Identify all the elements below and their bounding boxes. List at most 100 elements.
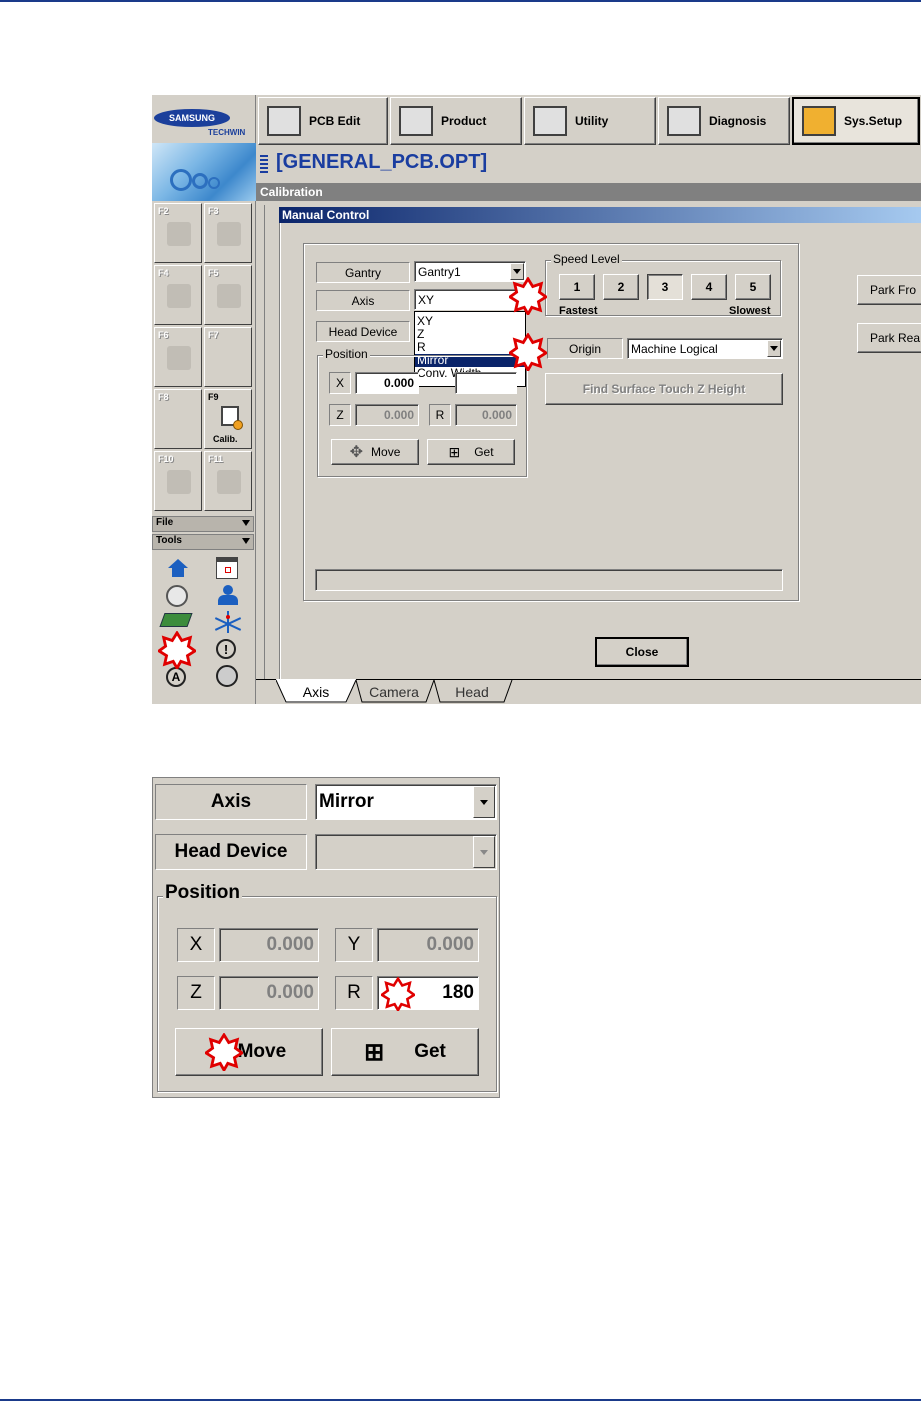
left-panel: SAMSUNG TECHWIN F2 F3 F4 F5 F6 F7 F8 F9 … — [152, 95, 256, 704]
nozzle-icon[interactable] — [166, 585, 188, 607]
get-axis-icon: ⊞ — [448, 443, 461, 460]
f9-calib-key[interactable]: F9 Calib. — [204, 389, 252, 449]
f4-key[interactable]: F4 — [154, 265, 202, 325]
calibration-icon — [221, 406, 243, 430]
zoom-axis-dropdown-arrow-icon[interactable] — [473, 786, 495, 818]
tools-menu-header[interactable]: Tools — [152, 534, 254, 550]
diagnosis-icon — [667, 106, 701, 136]
highlight-marker-icon — [156, 630, 198, 671]
close-button[interactable]: Close — [595, 637, 689, 667]
f5-key[interactable]: F5 — [204, 265, 252, 325]
zoom-y-field: 0.000 — [377, 928, 479, 962]
zoom-y-label: Y — [335, 928, 373, 962]
pcb-edit-button[interactable]: PCB Edit — [258, 97, 388, 145]
axis-option[interactable]: XY — [415, 315, 525, 328]
zoomed-detail-panel: Axis Mirror Head Device Position X 0.000… — [152, 777, 500, 1098]
calib-caption: Calib. — [213, 434, 238, 444]
samsung-logo: SAMSUNG — [154, 109, 230, 127]
gantry-value: Gantry1 — [418, 264, 461, 279]
zoom-head-device-select — [315, 834, 497, 870]
slowest-label: Slowest — [729, 305, 771, 317]
origin-select[interactable]: Machine Logical — [627, 338, 783, 359]
axis-value: XY — [418, 292, 435, 307]
find-surface-touch-z-button: Find Surface Touch Z Height — [545, 373, 783, 405]
zoom-axis-value: Mirror — [319, 791, 374, 812]
tab-outline — [276, 680, 513, 703]
utility-button[interactable]: Utility — [524, 97, 656, 145]
calibration-bar: Calibration — [256, 183, 921, 201]
park-rear-button[interactable]: Park Rea — [857, 323, 921, 353]
move-arrows-icon: ✥ — [349, 444, 364, 461]
product-gear-icon — [399, 106, 433, 136]
speed-level-4-button[interactable]: 4 — [691, 274, 727, 300]
operator-icon[interactable] — [218, 585, 238, 607]
auto-icon[interactable]: A — [166, 667, 186, 687]
zoom-get-button[interactable]: ⊞ Get — [331, 1028, 479, 1076]
y-position-field[interactable] — [455, 372, 517, 394]
warning-icon[interactable]: ! — [216, 639, 236, 659]
file-title-bar: [GENERAL_PCB.OPT] — [256, 147, 921, 183]
zoom-axis-label: Axis — [155, 784, 307, 820]
zoom-z-field: 0.000 — [219, 976, 319, 1010]
move-button[interactable]: ✥ Move — [331, 439, 419, 465]
zoom-x-field: 0.000 — [219, 928, 319, 962]
brand-graphic — [152, 143, 256, 201]
f2-key[interactable]: F2 — [154, 203, 202, 263]
zoom-r-label: R — [335, 976, 373, 1010]
f11-key[interactable]: F11 — [204, 451, 252, 511]
sys-setup-icon — [802, 106, 836, 136]
r-position-field: 0.000 — [455, 404, 517, 426]
f8-key[interactable]: F8 — [154, 389, 202, 449]
manual-control-window: Manual Control Gantry Gantry1 Axis XY XY… — [264, 205, 921, 679]
tab-strip: Axis Camera Head — [256, 679, 921, 704]
speed-level-3-button[interactable]: 3 — [647, 274, 683, 300]
pcb-board-icon[interactable] — [159, 613, 193, 627]
file-title: [GENERAL_PCB.OPT] — [276, 151, 488, 173]
highlight-marker-icon — [507, 276, 549, 317]
bottom-rule — [0, 1399, 921, 1401]
speed-level-5-button[interactable]: 5 — [735, 274, 771, 300]
r-label: R — [429, 404, 451, 426]
zoom-z-label: Z — [177, 976, 215, 1010]
origin-label: Origin — [547, 338, 623, 359]
speed-level-2-button[interactable]: 2 — [603, 274, 639, 300]
axis-label: Axis — [316, 290, 410, 311]
tools-collapse-icon — [242, 538, 250, 544]
f6-key[interactable]: F6 — [154, 327, 202, 387]
x-position-field[interactable]: 0.000 — [355, 372, 419, 394]
file-collapse-icon — [242, 520, 250, 526]
sys-setup-button[interactable]: Sys.Setup — [792, 97, 920, 145]
f3-key[interactable]: F3 — [204, 203, 252, 263]
zoom-axis-select[interactable]: Mirror — [315, 784, 497, 820]
status-field — [315, 569, 783, 591]
home-icon[interactable] — [168, 559, 188, 577]
zoom-move-button[interactable]: ✥Move — [175, 1028, 323, 1076]
get-button[interactable]: ⊞ Get — [427, 439, 515, 465]
file-menu-label: File — [156, 517, 174, 528]
feeder-icon[interactable] — [216, 665, 238, 687]
gantry-label: Gantry — [316, 262, 410, 283]
speed-level-1-button[interactable]: 1 — [559, 274, 595, 300]
x-label: X — [329, 372, 351, 394]
head-device-label: Head Device — [316, 321, 410, 342]
zoom-head-device-arrow-icon — [473, 836, 495, 868]
position-legend: Position — [323, 347, 370, 361]
board-view-icon[interactable] — [216, 557, 238, 579]
axis-xyz-icon[interactable] — [214, 609, 242, 635]
speed-level-legend: Speed Level — [551, 252, 622, 266]
zoom-get-axis-icon: ⊞ — [364, 1038, 385, 1066]
origin-value: Machine Logical — [631, 341, 718, 356]
park-front-button[interactable]: Park Fro — [857, 275, 921, 305]
product-button[interactable]: Product — [390, 97, 522, 145]
f10-key[interactable]: F10 — [154, 451, 202, 511]
diagnosis-button[interactable]: Diagnosis — [658, 97, 790, 145]
tools-menu-label: Tools — [156, 535, 182, 546]
file-menu-header[interactable]: File — [152, 516, 254, 532]
fastest-label: Fastest — [559, 305, 598, 317]
main-screenshot: SAMSUNG TECHWIN F2 F3 F4 F5 F6 F7 F8 F9 … — [152, 95, 921, 704]
f7-key[interactable]: F7 — [204, 327, 252, 387]
zoom-head-device-label: Head Device — [155, 834, 307, 870]
zoom-x-label: X — [177, 928, 215, 962]
origin-dropdown-arrow-icon[interactable] — [767, 340, 781, 357]
techwin-label: TECHWIN — [208, 128, 246, 137]
